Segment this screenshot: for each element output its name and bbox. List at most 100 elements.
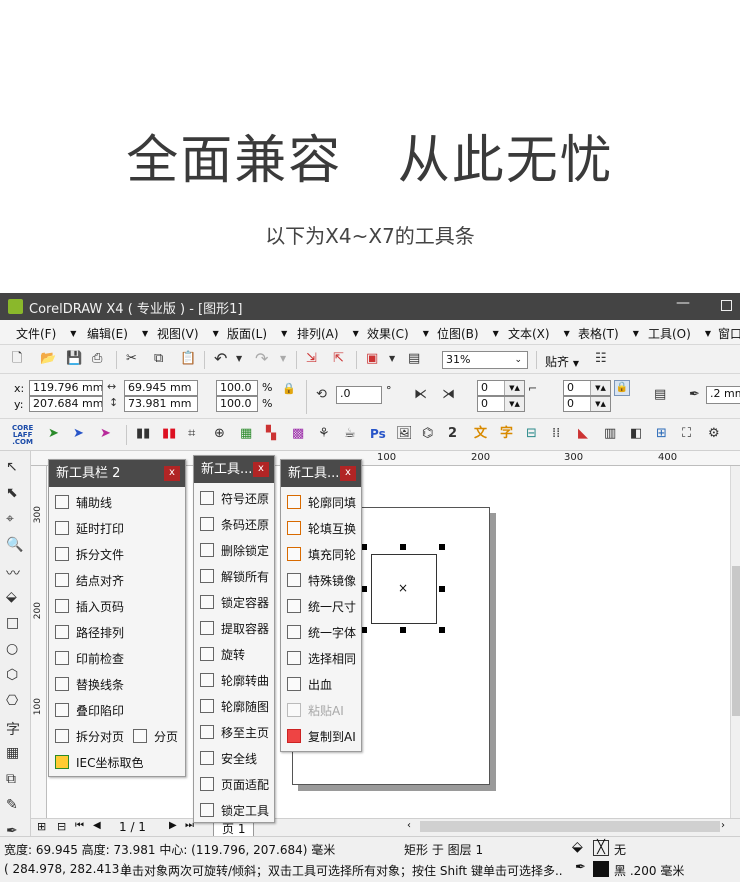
align-grid-icon[interactable]: ⊞ xyxy=(656,425,667,443)
panel-item[interactable]: 移至主页 xyxy=(194,720,269,746)
panel-item[interactable]: 轮廓同填 xyxy=(281,490,356,516)
panel-item[interactable]: 辅助线 xyxy=(49,490,112,516)
panel-item[interactable]: 替换线条 xyxy=(49,672,124,698)
prev-page-icon[interactable]: ◀ xyxy=(93,820,101,831)
blue-arrow-icon[interactable]: ➤ xyxy=(73,425,84,443)
cut-icon[interactable]: ✂ xyxy=(126,350,137,368)
freehand-tool-icon[interactable]: 〰 xyxy=(6,563,20,583)
scroll-left-icon[interactable]: ‹ xyxy=(407,820,411,831)
open-folder-icon[interactable]: 📂 xyxy=(40,350,56,368)
panel-item[interactable]: 旋转 xyxy=(194,642,245,668)
panel-item[interactable]: 锁定容器 xyxy=(194,590,269,616)
crop-tool-icon[interactable]: ⌖ xyxy=(6,511,14,527)
panel-item[interactable]: 分页 xyxy=(127,724,178,750)
panel-item[interactable]: 选择相同 xyxy=(281,646,356,672)
crop-marks-icon[interactable]: ⌗ xyxy=(188,425,195,443)
spinner-arrows-icon[interactable]: ▼▲ xyxy=(590,381,610,395)
text-zi-icon[interactable]: 字 xyxy=(500,425,513,443)
photoshop-icon[interactable]: Ps xyxy=(370,425,386,443)
panel-item[interactable]: 粘贴AI xyxy=(281,698,344,724)
panel-item[interactable]: 填充同轮 xyxy=(281,542,356,568)
panel-item[interactable]: 统一尺寸 xyxy=(281,594,356,620)
spinner-arrows-icon[interactable]: ▼▲ xyxy=(504,397,524,411)
snap-to-button[interactable]: 贴齐 ▼ xyxy=(545,353,579,370)
zoom-level-select[interactable]: 31% ⌄ xyxy=(442,351,528,369)
import-icon[interactable]: ⇲ xyxy=(306,350,317,368)
width-field[interactable]: 69.945 mm xyxy=(124,380,198,396)
polygon-tool-icon[interactable]: ⬡ xyxy=(6,667,18,683)
interactive-tool-icon[interactable]: ⧉ xyxy=(6,771,16,787)
eyedropper-icon[interactable]: ✎ xyxy=(6,797,18,813)
panel-item[interactable]: 解锁所有 xyxy=(194,564,269,590)
close-icon[interactable]: x xyxy=(340,466,356,481)
purple-arrow-icon[interactable]: ➤ xyxy=(100,425,111,443)
shape-tool-icon[interactable]: ⬉ xyxy=(6,485,18,501)
height-field[interactable]: 73.981 mm xyxy=(124,396,198,412)
redo-dropdown-icon[interactable]: ▼ xyxy=(280,350,286,368)
rectangle-tool-icon[interactable]: □ xyxy=(6,615,19,631)
paste-icon[interactable]: 📋 xyxy=(180,350,196,368)
scroll-thumb[interactable] xyxy=(732,566,740,716)
menu-file[interactable]: 文件(F) ▼ xyxy=(16,325,76,342)
panel-title-bar[interactable]: 新工具... x xyxy=(281,460,361,487)
menu-view[interactable]: 视图(V) ▼ xyxy=(157,325,219,342)
corner-radius-1[interactable]: 0 ▼▲ xyxy=(477,380,525,396)
launcher-dropdown-icon[interactable]: ▼ xyxy=(389,350,395,368)
settings-gear-icon[interactable]: ⚙ xyxy=(708,425,720,443)
menu-layout[interactable]: 版面(L) ▼ xyxy=(227,325,287,342)
outline-width-field[interactable]: .2 mm xyxy=(706,386,740,404)
first-page-icon[interactable]: ⏮ xyxy=(75,820,84,831)
mirror-vertical-icon[interactable]: ⧕ xyxy=(442,386,455,404)
tree-icon[interactable]: ⚘ xyxy=(318,425,330,443)
panel-item[interactable]: 插入页码 xyxy=(49,594,124,620)
panel-item[interactable]: 统一字体 xyxy=(281,620,356,646)
panel-item[interactable]: 出血 xyxy=(281,672,332,698)
horizontal-scrollbar[interactable] xyxy=(420,821,720,832)
close-icon[interactable]: x xyxy=(253,462,269,477)
panel-item[interactable]: 路径排列 xyxy=(49,620,124,646)
columns-icon[interactable]: ▮▮ xyxy=(136,425,150,443)
panel-title-bar[interactable]: 新工具... x xyxy=(194,456,274,483)
corner-radius-2[interactable]: 0 ▼▲ xyxy=(477,396,525,412)
minimize-button[interactable]: — xyxy=(676,295,690,311)
color-swatch-icon[interactable]: ▚ xyxy=(266,425,276,443)
panel-item[interactable]: 页面适配 xyxy=(194,772,269,798)
table-icon[interactable]: ⊟ xyxy=(526,425,537,443)
scale-x-field[interactable]: 100.0 xyxy=(216,380,258,396)
pick-tool-icon[interactable]: ↖ xyxy=(6,459,18,475)
panel-item[interactable]: 安全线 xyxy=(194,746,257,772)
grid-dots-icon[interactable]: ⁞⁞ xyxy=(552,425,560,443)
menu-edit[interactable]: 编辑(E) ▼ xyxy=(87,325,148,342)
scroll-right-icon[interactable]: › xyxy=(721,820,725,831)
page-options-icon[interactable]: ⊞ xyxy=(37,820,46,833)
panel-item[interactable]: 提取容器 xyxy=(194,616,269,642)
smart-fill-icon[interactable]: ⬙ xyxy=(6,589,17,605)
selection-handle[interactable] xyxy=(400,544,406,550)
outline-color-swatch[interactable] xyxy=(593,861,609,877)
split-view-icon[interactable]: ◧ xyxy=(630,425,642,443)
menu-text[interactable]: 文本(X) ▼ xyxy=(508,325,570,342)
wrap-text-icon[interactable]: ▤ xyxy=(654,386,666,404)
vertical-scrollbar[interactable] xyxy=(730,466,740,826)
selection-handle[interactable] xyxy=(439,627,445,633)
lock-ratio-icon[interactable]: 🔒 xyxy=(282,380,296,398)
maximize-button[interactable] xyxy=(721,300,732,311)
new-document-icon[interactable]: 🗋 xyxy=(12,350,22,368)
panel-item[interactable]: IEC坐标取色 xyxy=(49,750,144,776)
ellipse-tool-icon[interactable]: ○ xyxy=(6,641,18,657)
corner-lock-icon[interactable]: 🔒 xyxy=(614,380,630,396)
panel-item[interactable]: 复制到AI xyxy=(281,724,356,750)
bitmap-trace-icon[interactable]: ⌬ xyxy=(422,425,433,443)
corelaff-logo-icon[interactable]: CORE LAFF .COM xyxy=(12,425,33,446)
options-icon[interactable]: ☷ xyxy=(595,350,607,368)
swan-icon[interactable]: 2 xyxy=(448,425,457,443)
panel-item[interactable]: 叠印陷印 xyxy=(49,698,124,724)
x-position-field[interactable]: 119.796 mm xyxy=(29,380,103,396)
panel-title-bar[interactable]: 新工具栏 2 x xyxy=(49,460,185,487)
frame-icon[interactable]: ⛶ xyxy=(682,425,691,443)
mirror-horizontal-icon[interactable]: ⧔ xyxy=(414,386,427,404)
panel-item[interactable]: 结点对齐 xyxy=(49,568,124,594)
red-flag-icon[interactable]: ◣ xyxy=(578,425,588,443)
print-icon[interactable]: ⎙ xyxy=(92,350,102,368)
spinner-arrows-icon[interactable]: ▼▲ xyxy=(590,397,610,411)
